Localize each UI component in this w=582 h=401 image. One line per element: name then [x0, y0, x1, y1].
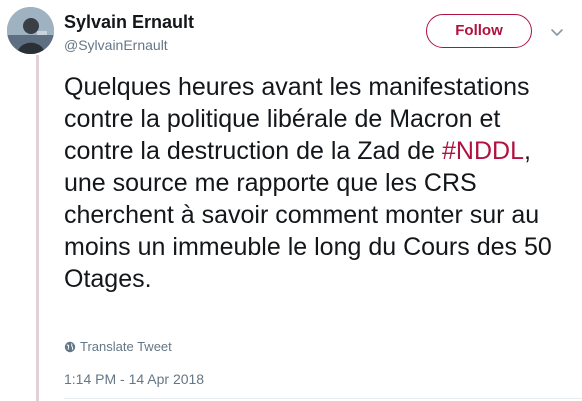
translate-tweet-label: Translate Tweet — [80, 339, 172, 354]
follow-button[interactable]: Follow — [426, 14, 532, 48]
author-handle[interactable]: @SylvainErnault — [64, 36, 168, 54]
thread-connector-line — [36, 55, 39, 401]
divider — [64, 398, 582, 399]
chevron-down-icon[interactable] — [549, 24, 565, 40]
avatar-photo — [7, 7, 54, 54]
author-name[interactable]: Sylvain Ernault — [64, 11, 194, 33]
hashtag-link[interactable]: #NDDL — [442, 137, 524, 165]
globe-icon — [64, 341, 76, 357]
tweet-text: Quelques heures avant les manifestations… — [64, 71, 569, 295]
tweet-timestamp[interactable]: 1:14 PM - 14 Apr 2018 — [64, 370, 204, 388]
avatar[interactable] — [7, 7, 54, 54]
translate-tweet-link[interactable]: Translate Tweet — [64, 339, 172, 357]
